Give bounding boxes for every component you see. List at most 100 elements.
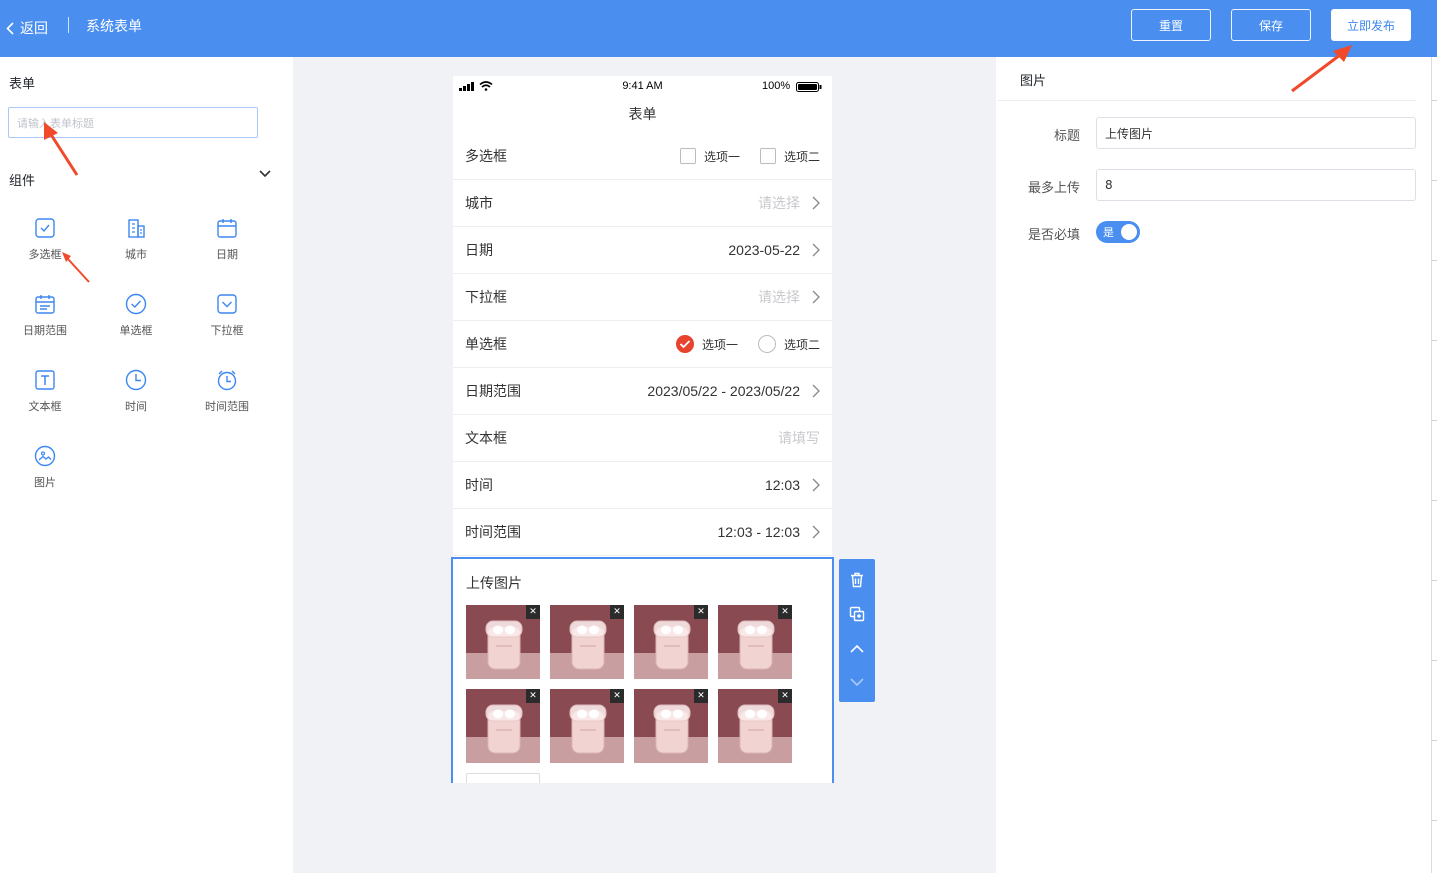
option-label: 选项一 [701, 337, 738, 352]
close-icon[interactable]: ✕ [778, 689, 792, 703]
publish-button[interactable]: 立即发布 [1331, 9, 1411, 41]
add-image-button[interactable] [466, 773, 540, 783]
component-time[interactable]: 时间 [96, 369, 176, 425]
upload-label: 上传图片 [466, 576, 522, 592]
uploaded-image[interactable]: ✕ [466, 605, 540, 679]
checkbox[interactable] [759, 148, 776, 164]
header-divider [68, 17, 69, 33]
calendar-icon [217, 219, 237, 238]
radio[interactable] [757, 335, 776, 353]
move-down-button[interactable] [839, 665, 875, 699]
close-icon[interactable]: ✕ [610, 605, 624, 619]
option-label: 选项二 [783, 337, 820, 352]
checkbox[interactable] [679, 148, 696, 164]
uploaded-image[interactable]: ✕ [634, 605, 708, 679]
row-label: 时间 [465, 478, 493, 494]
component-time-range[interactable]: 时间范围 [187, 369, 267, 425]
close-icon[interactable]: ✕ [610, 689, 624, 703]
component-city[interactable]: 城市 [96, 217, 176, 273]
row-value: 12:03 - 12:03 [717, 524, 800, 540]
edge-tick [1432, 820, 1437, 821]
component-date-range[interactable]: 日期范围 [5, 293, 85, 349]
row-value: 2023/05/22 - 2023/05/22 [647, 383, 800, 399]
uploaded-image[interactable]: ✕ [550, 605, 624, 679]
chevron-right-icon [812, 478, 820, 492]
row-label: 单选框 [465, 337, 507, 353]
component-label: 日期 [216, 248, 238, 261]
component-label: 时间 [125, 400, 147, 413]
radio-option[interactable]: 选项二 [757, 335, 820, 353]
form-title-input[interactable]: 请输入表单标题 [8, 107, 258, 138]
edge-tick [1432, 580, 1437, 581]
row-label: 时间范围 [465, 525, 521, 541]
component-date[interactable]: 日期 [187, 217, 267, 273]
close-icon[interactable]: ✕ [694, 605, 708, 619]
chevron-right-icon [812, 384, 820, 398]
close-icon[interactable]: ✕ [694, 689, 708, 703]
radio-option[interactable]: 选项一 [675, 335, 738, 353]
row-label: 下拉框 [465, 290, 507, 306]
uploaded-image[interactable]: ✕ [718, 605, 792, 679]
component-radio[interactable]: 单选框 [96, 293, 176, 349]
save-button[interactable]: 保存 [1231, 9, 1311, 41]
properties-title: 图片 [1020, 74, 1047, 89]
row-city[interactable]: 城市 请选择 [453, 180, 832, 227]
row-date-range[interactable]: 日期范围 2023/05/22 - 2023/05/22 [453, 368, 832, 415]
checkbox-option[interactable]: 选项二 [759, 148, 820, 165]
radio-selected[interactable] [675, 335, 694, 353]
component-text[interactable]: 文本框 [5, 369, 85, 425]
top-bar: 返回 系统表单 重置 保存 立即发布 [0, 0, 1437, 57]
close-icon[interactable]: ✕ [778, 605, 792, 619]
toggle-knob [1121, 224, 1137, 240]
uploaded-image[interactable]: ✕ [634, 689, 708, 763]
row-placeholder: 请填写 [778, 431, 820, 447]
row-placeholder: 请选择 [758, 196, 800, 212]
row-date[interactable]: 日期 2023-05-22 [453, 227, 832, 274]
uploaded-image[interactable]: ✕ [550, 689, 624, 763]
max-upload-input[interactable]: 8 [1096, 169, 1416, 201]
close-icon[interactable]: ✕ [526, 605, 540, 619]
component-checkbox[interactable]: 多选框 [5, 217, 85, 273]
properties-panel: 图片 标题 上传图片 最多上传 8 是否必填 是 [996, 57, 1437, 873]
chevron-down-icon[interactable] [259, 170, 271, 178]
title-field-label: 标题 [1053, 129, 1080, 144]
alarm-icon [217, 370, 237, 391]
upload-image-block[interactable]: 上传图片 ✕ ✕ ✕ ✕ ✕ ✕ ✕ ✕ [451, 557, 834, 783]
back-button[interactable]: 返回 [6, 17, 48, 39]
title-field-input[interactable]: 上传图片 [1096, 117, 1416, 149]
reset-button[interactable]: 重置 [1131, 9, 1211, 41]
required-toggle[interactable]: 是 [1096, 221, 1140, 243]
row-time-range[interactable]: 时间范围 12:03 - 12:03 [453, 509, 832, 556]
component-toolbar [839, 559, 875, 702]
check-icon [679, 340, 691, 349]
row-dropdown[interactable]: 下拉框 请选择 [453, 274, 832, 321]
chevron-right-icon [812, 196, 820, 210]
city-icon [128, 219, 145, 238]
option-label: 选项二 [783, 149, 820, 164]
edge-tick [1432, 100, 1437, 101]
component-label: 单选框 [119, 324, 153, 337]
delete-button[interactable] [839, 563, 875, 597]
clock-icon [125, 369, 147, 391]
required-label: 是否必填 [1027, 228, 1080, 243]
image-icon [34, 445, 56, 467]
move-up-button[interactable] [839, 631, 875, 665]
checkbox-option[interactable]: 选项一 [679, 148, 740, 165]
row-value: 2023-05-22 [728, 242, 800, 258]
row-label: 日期 [465, 243, 493, 259]
row-radio[interactable]: 单选框 选项一 选项二 [453, 321, 832, 368]
row-time[interactable]: 时间 12:03 [453, 462, 832, 509]
close-icon[interactable]: ✕ [526, 689, 540, 703]
row-text[interactable]: 文本框 请填写 [453, 415, 832, 462]
max-upload-label: 最多上传 [1027, 181, 1080, 196]
uploaded-image[interactable]: ✕ [466, 689, 540, 763]
edge-tick [1432, 740, 1437, 741]
component-label: 下拉框 [210, 324, 244, 337]
left-panel: 表单 请输入表单标题 组件 多选框 城市 日期 日期范围 单选框 下拉框 文本框… [0, 57, 293, 873]
component-image[interactable]: 图片 [5, 445, 85, 501]
row-checkbox[interactable]: 多选框 选项一 选项二 [453, 133, 832, 180]
uploaded-image[interactable]: ✕ [718, 689, 792, 763]
component-label: 日期范围 [23, 324, 67, 337]
copy-button[interactable] [839, 597, 875, 631]
component-dropdown[interactable]: 下拉框 [187, 293, 267, 349]
